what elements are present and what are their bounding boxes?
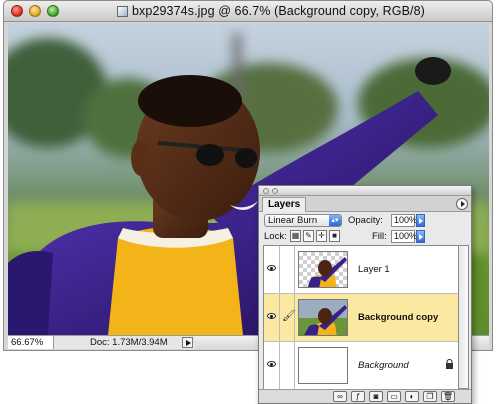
zoom-button[interactable]: [47, 5, 59, 17]
status-menu-arrow-icon[interactable]: [182, 337, 193, 348]
eye-icon[interactable]: [267, 313, 276, 319]
palette-close-button[interactable]: [263, 188, 269, 194]
lock-row: Lock: ▦ ✎ ✛ ■ Fill: 100%: [259, 230, 471, 244]
palette-menu-icon[interactable]: [456, 198, 468, 210]
lock-transparency-icon[interactable]: ▦: [290, 230, 301, 242]
layers-palette: Layers Linear Burn ▴▾ Opacity: 100% Lock…: [258, 185, 472, 404]
palette-titlebar[interactable]: [259, 186, 471, 196]
adjustment-layer-icon[interactable]: ◐: [405, 391, 419, 402]
layer-mask-icon[interactable]: ◙: [369, 391, 383, 402]
layer-name: Background: [358, 360, 409, 371]
visibility-cell[interactable]: [264, 294, 280, 341]
opacity-field[interactable]: 100%: [391, 214, 417, 227]
palette-tab-row: Layers: [259, 196, 471, 212]
window-title: bxp29374s.jpg @ 66.7% (Background copy, …: [132, 4, 425, 18]
chevron-updown-icon: ▴▾: [329, 215, 341, 226]
zoom-field[interactable]: 66.67%: [8, 336, 54, 349]
layer-thumbnail: [298, 251, 348, 288]
palette-bottom-bar: ∞ ƒ ◙ ▭ ◐ ❐ 🗑: [259, 389, 471, 403]
lock-label: Lock:: [264, 231, 287, 242]
palette-collapse-button[interactable]: [272, 188, 278, 194]
document-size-info: Doc: 1.73M/3.94M: [90, 337, 168, 348]
lock-icon: [446, 359, 453, 369]
fill-label: Fill:: [372, 231, 387, 242]
layer-row-background-copy[interactable]: 🖌 Background copy: [264, 294, 458, 342]
layer-thumbnail: [298, 299, 348, 336]
layer-style-icon[interactable]: ƒ: [351, 391, 365, 402]
blend-row: Linear Burn ▴▾ Opacity: 100%: [259, 214, 471, 228]
fill-field[interactable]: 100%: [391, 230, 417, 243]
layer-list-scrollbar[interactable]: [459, 245, 469, 389]
blend-mode-value: Linear Burn: [268, 215, 318, 226]
eye-icon[interactable]: [267, 361, 276, 367]
link-cell[interactable]: [281, 342, 295, 389]
new-group-icon[interactable]: ▭: [387, 391, 401, 402]
minimize-button[interactable]: [29, 5, 41, 17]
layer-row-layer-1[interactable]: Layer 1: [264, 246, 458, 294]
new-layer-icon[interactable]: ❐: [423, 391, 437, 402]
lock-all-icon[interactable]: ■: [329, 230, 340, 242]
brush-icon: 🖌: [282, 310, 296, 322]
link-cell[interactable]: 🖌: [281, 294, 296, 341]
link-cell[interactable]: [281, 246, 295, 293]
window-titlebar[interactable]: bxp29374s.jpg @ 66.7% (Background copy, …: [4, 1, 492, 22]
layer-thumbnail: [298, 347, 348, 384]
blend-mode-select[interactable]: Linear Burn ▴▾: [264, 214, 342, 227]
link-layers-icon[interactable]: ∞: [333, 391, 347, 402]
opacity-label: Opacity:: [348, 215, 383, 226]
opacity-slider-arrow-icon[interactable]: [416, 214, 425, 227]
layer-list: Layer 1 🖌 Background copy Background: [263, 245, 459, 390]
lock-position-icon[interactable]: ✛: [316, 230, 327, 242]
lock-image-pixels-icon[interactable]: ✎: [303, 230, 314, 242]
tab-layers[interactable]: Layers: [262, 197, 307, 212]
fill-slider-arrow-icon[interactable]: [416, 230, 425, 243]
layer-name: Layer 1: [358, 264, 390, 275]
close-button[interactable]: [11, 5, 23, 17]
layer-row-background[interactable]: Background: [264, 342, 458, 390]
visibility-cell[interactable]: [264, 246, 280, 293]
eye-icon[interactable]: [267, 265, 276, 271]
visibility-cell[interactable]: [264, 342, 280, 389]
layer-name: Background copy: [358, 312, 439, 323]
trash-icon[interactable]: 🗑: [441, 391, 455, 402]
document-proxy-icon[interactable]: [117, 6, 128, 17]
